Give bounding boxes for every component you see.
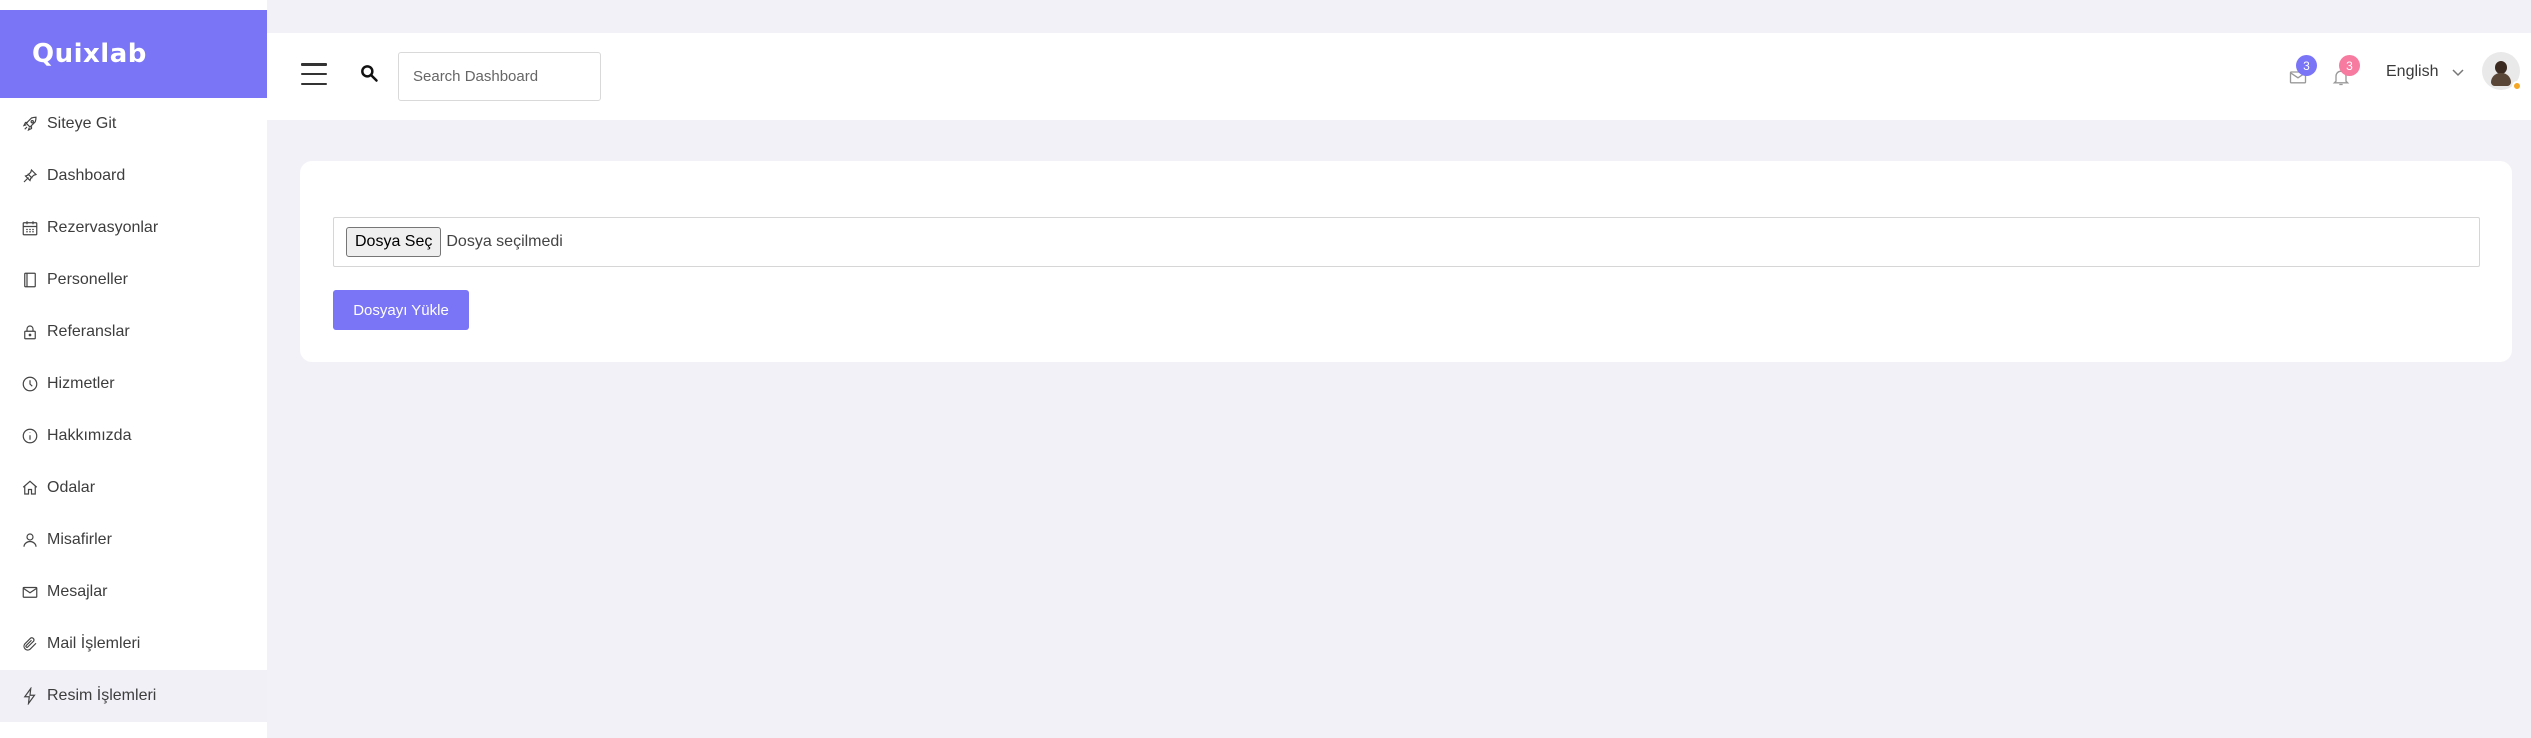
user-icon [21, 531, 39, 549]
sidebar-item-hakkimizda[interactable]: Hakkımızda [0, 410, 267, 462]
search-input[interactable] [398, 52, 601, 101]
sidebar-item-mail-islemleri[interactable]: Mail İşlemleri [0, 618, 267, 670]
sidebar-item-mesajlar[interactable]: Mesajlar [0, 566, 267, 618]
notifications-button[interactable]: 3 [2329, 55, 2360, 86]
messages-badge: 3 [2296, 55, 2317, 76]
sidebar-item-label: Odalar [47, 479, 96, 496]
sidebar-item-hizmetler[interactable]: Hizmetler [0, 358, 267, 410]
clock-icon [21, 375, 39, 393]
sidebar-item-personeller[interactable]: Personeller [0, 254, 267, 306]
sidebar-item-label: Referanslar [47, 323, 130, 340]
paperclip-icon [21, 635, 39, 653]
file-input[interactable]: Dosya Seç Dosya seçilmedi [333, 217, 2480, 267]
sidebar-item-label: Rezervasyonlar [47, 219, 159, 236]
upload-card: Dosya Seç Dosya seçilmedi Dosyayı Yükle [300, 161, 2512, 362]
envelope-icon [21, 583, 39, 601]
sidebar-item-label: Hizmetler [47, 375, 115, 392]
choose-file-button[interactable]: Dosya Seç [346, 227, 442, 257]
sidebar-item-rezervasyonlar[interactable]: Rezervasyonlar [0, 202, 267, 254]
top-header: 3 3 English [267, 33, 2531, 120]
sidebar: Quixlab Siteye Git Dashboard Rezervasyon… [0, 0, 267, 738]
sidebar-item-partial[interactable] [0, 722, 267, 738]
sidebar-item-label: Dashboard [47, 167, 126, 184]
sidebar-item-misafirler[interactable]: Misafirler [0, 514, 267, 566]
language-label: English [2386, 63, 2439, 80]
messages-button[interactable]: 3 [2286, 55, 2317, 85]
sidebar-item-resim-islemleri[interactable]: Resim İşlemleri [0, 670, 267, 722]
lock-icon [21, 323, 39, 341]
sidebar-item-odalar[interactable]: Odalar [0, 462, 267, 514]
pin-icon [21, 167, 39, 185]
book-icon [21, 271, 39, 289]
user-avatar[interactable] [2482, 52, 2522, 91]
calendar-icon [21, 219, 39, 237]
sidebar-item-label: Siteye Git [47, 115, 117, 132]
chevron-down-icon [2452, 69, 2465, 77]
sidebar-item-referanslar[interactable]: Referanslar [0, 306, 267, 358]
status-indicator [2512, 81, 2522, 91]
sidebar-item-label: Misafirler [47, 531, 112, 548]
brand-name: Quixlab [32, 39, 147, 69]
file-status-text: Dosya seçilmedi [446, 233, 563, 250]
notifications-badge: 3 [2339, 55, 2360, 76]
language-selector[interactable]: English [2386, 60, 2465, 84]
lightning-icon [21, 687, 39, 705]
upload-file-button[interactable]: Dosyayı Yükle [333, 290, 469, 330]
info-icon [21, 427, 39, 445]
sidebar-item-label: Mail İşlemleri [47, 635, 141, 652]
sidebar-item-label: Hakkımızda [47, 427, 132, 444]
rocket-icon [21, 115, 39, 133]
search-icon[interactable] [359, 63, 381, 85]
hamburger-menu-icon[interactable] [301, 63, 327, 85]
brand-logo[interactable]: Quixlab [0, 10, 267, 98]
home-icon [21, 479, 39, 497]
sidebar-item-label: Personeller [47, 271, 128, 288]
sidebar-item-label: Resim İşlemleri [47, 687, 157, 704]
sidebar-item-label: Mesajlar [47, 583, 108, 600]
sidebar-item-dashboard[interactable]: Dashboard [0, 150, 267, 202]
sidebar-item-siteye-git[interactable]: Siteye Git [0, 98, 267, 150]
sidebar-menu: Siteye Git Dashboard Rezervasyonlar Pers… [0, 98, 267, 738]
